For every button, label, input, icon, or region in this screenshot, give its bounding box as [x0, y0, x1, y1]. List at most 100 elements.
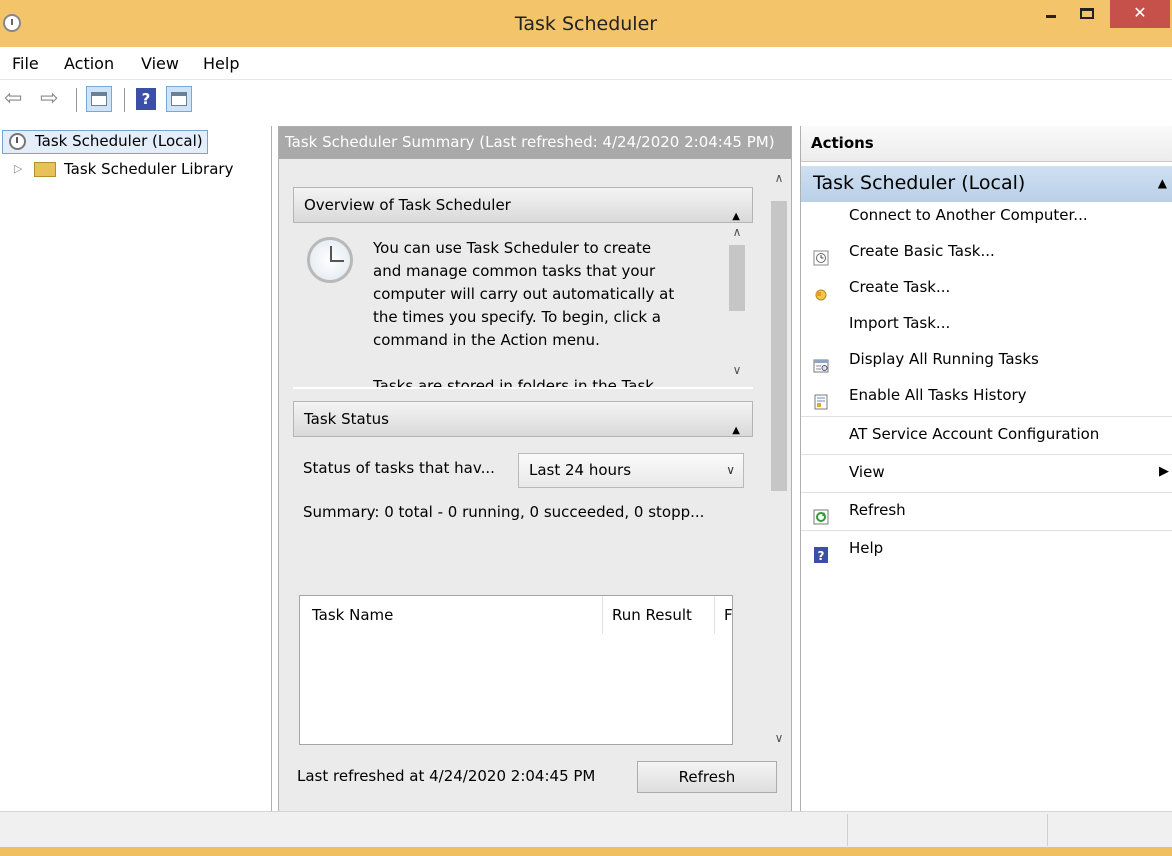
console-tree: Task Scheduler (Local) ▷ Task Scheduler … — [0, 126, 272, 811]
column-header-task-name[interactable]: Task Name — [312, 596, 393, 634]
section-title: Overview of Task Scheduler — [304, 196, 511, 214]
summary-scrollbar[interactable]: ∧ ∨ — [767, 171, 791, 756]
basic-task-icon — [813, 244, 829, 266]
action-label: AT Service Account Configuration — [849, 425, 1100, 443]
overview-line: command in the Action menu. — [373, 331, 600, 349]
action-create-basic-task[interactable]: Create Basic Task... — [801, 234, 1172, 270]
forward-arrow-icon[interactable]: ⇨ — [40, 86, 62, 114]
column-header-run-result[interactable]: Run Result — [612, 596, 692, 634]
show-hide-console-tree-icon[interactable] — [86, 86, 112, 112]
create-task-icon — [813, 280, 829, 301]
action-at-service-account-configuration[interactable]: AT Service Account Configuration — [801, 416, 1172, 452]
action-label: Create Basic Task... — [849, 242, 995, 260]
overview-line: and manage common tasks that your — [373, 262, 656, 280]
actions-group-header[interactable]: Task Scheduler (Local) ▲ — [801, 166, 1172, 202]
action-label: Create Task... — [849, 278, 951, 296]
toolbar-separator — [76, 88, 77, 112]
help-icon: ? — [813, 541, 829, 563]
action-label: Help — [849, 539, 884, 557]
action-label: View — [849, 463, 885, 481]
action-label: Refresh — [849, 501, 906, 519]
toolbar-separator — [124, 88, 125, 112]
task-status-section: Task Status ▲ Status of tasks that hav..… — [293, 401, 753, 745]
title-bar: Task Scheduler ✕ — [0, 0, 1172, 47]
menu-view[interactable]: View — [141, 54, 179, 73]
action-import-task[interactable]: Import Task... — [801, 306, 1172, 342]
tree-item-label: Task Scheduler (Local) — [35, 132, 203, 150]
chevron-down-icon: ∨ — [726, 463, 735, 477]
overview-line: the times you specify. To begin, click a — [373, 308, 661, 326]
overview-scrollbar[interactable]: ∧ ∨ — [725, 223, 749, 387]
minimize-button[interactable] — [1036, 0, 1066, 28]
actions-header: Actions — [801, 126, 1172, 162]
submenu-arrow-icon: ▶ — [1159, 464, 1169, 479]
column-header-truncated[interactable]: F — [724, 596, 732, 634]
history-icon — [813, 388, 829, 410]
summary-footer: Last refreshed at 4/24/2020 2:04:45 PM R… — [279, 747, 791, 811]
scroll-thumb[interactable] — [771, 201, 787, 491]
task-status-table[interactable]: Task Name Run Result F — [299, 595, 733, 745]
running-tasks-icon — [813, 352, 829, 373]
status-bar-divider — [1047, 814, 1048, 846]
actions-pane: Actions Task Scheduler (Local) ▲ Connect… — [800, 126, 1172, 811]
help-icon[interactable]: ? — [136, 88, 156, 110]
section-title: Task Status — [304, 410, 389, 428]
column-divider[interactable] — [602, 596, 603, 634]
action-label: Connect to Another Computer... — [849, 206, 1088, 224]
overview-section: Overview of Task Scheduler ▲ You can use… — [293, 187, 753, 389]
overview-section-header[interactable]: Overview of Task Scheduler ▲ — [293, 187, 753, 223]
task-summary: Summary: 0 total - 0 running, 0 succeede… — [303, 503, 705, 521]
window-bottom-border — [0, 847, 1172, 856]
collapse-icon[interactable]: ▲ — [1158, 166, 1167, 200]
action-connect-to-another-computer[interactable]: Connect to Another Computer... — [801, 198, 1172, 234]
action-label: Enable All Tasks History — [849, 386, 1027, 404]
action-label: Import Task... — [849, 314, 951, 332]
summary-header: Task Scheduler Summary (Last refreshed: … — [279, 127, 791, 159]
svg-text:?: ? — [818, 549, 825, 563]
column-divider[interactable] — [714, 596, 715, 634]
status-filter-label: Status of tasks that hav... — [303, 459, 495, 477]
action-refresh[interactable]: Refresh — [801, 492, 1172, 528]
scroll-thumb[interactable] — [729, 245, 745, 311]
close-button[interactable]: ✕ — [1110, 0, 1170, 28]
menu-file[interactable]: File — [12, 54, 39, 73]
menu-action[interactable]: Action — [64, 54, 114, 73]
overview-line — [373, 352, 713, 375]
action-label: Display All Running Tasks — [849, 350, 1039, 368]
tree-item-task-scheduler-local[interactable]: Task Scheduler (Local) — [2, 130, 208, 154]
back-arrow-icon[interactable]: ⇦ — [4, 86, 26, 114]
action-view[interactable]: View ▶ — [801, 454, 1172, 490]
action-help[interactable]: ? Help — [801, 530, 1172, 566]
scroll-down-icon[interactable]: ∨ — [725, 363, 749, 377]
tree-item-label: Task Scheduler Library — [64, 160, 234, 178]
overview-text: You can use Task Scheduler to create and… — [373, 237, 713, 387]
action-enable-all-tasks-history[interactable]: Enable All Tasks History — [801, 378, 1172, 414]
toolbar: ⇦ ⇨ ? — [0, 80, 1172, 121]
scroll-up-icon[interactable]: ∧ — [767, 171, 791, 191]
refresh-button[interactable]: Refresh — [637, 761, 777, 793]
summary-pane: Task Scheduler Summary (Last refreshed: … — [278, 126, 792, 811]
last-refreshed-text: Last refreshed at 4/24/2020 2:04:45 PM — [297, 767, 596, 785]
overview-line: Tasks are stored in folders in the Task — [373, 377, 654, 387]
scroll-up-icon[interactable]: ∧ — [725, 225, 749, 239]
action-create-task[interactable]: Create Task... — [801, 270, 1172, 306]
task-status-section-header[interactable]: Task Status ▲ — [293, 401, 753, 437]
show-hide-action-pane-icon[interactable] — [166, 86, 192, 112]
status-filter-dropdown[interactable]: Last 24 hours ∨ — [518, 453, 744, 488]
menu-bar: File Action View Help — [0, 47, 1172, 80]
expand-arrow-icon[interactable]: ▷ — [14, 158, 22, 180]
dropdown-value: Last 24 hours — [529, 461, 632, 479]
clock-icon — [9, 133, 26, 150]
status-bar-divider — [847, 814, 848, 846]
tree-item-task-scheduler-library[interactable]: ▷ Task Scheduler Library — [14, 158, 233, 180]
folder-clock-icon — [34, 162, 56, 177]
overview-content: You can use Task Scheduler to create and… — [293, 223, 753, 387]
actions-group-title: Task Scheduler (Local) — [813, 172, 1026, 194]
menu-help[interactable]: Help — [203, 54, 239, 73]
clock-icon — [307, 237, 353, 283]
refresh-icon — [813, 503, 829, 525]
maximize-button[interactable] — [1072, 0, 1102, 28]
action-display-all-running-tasks[interactable]: Display All Running Tasks — [801, 342, 1172, 378]
summary-body: Overview of Task Scheduler ▲ You can use… — [279, 159, 791, 811]
window-title: Task Scheduler — [514, 13, 658, 35]
